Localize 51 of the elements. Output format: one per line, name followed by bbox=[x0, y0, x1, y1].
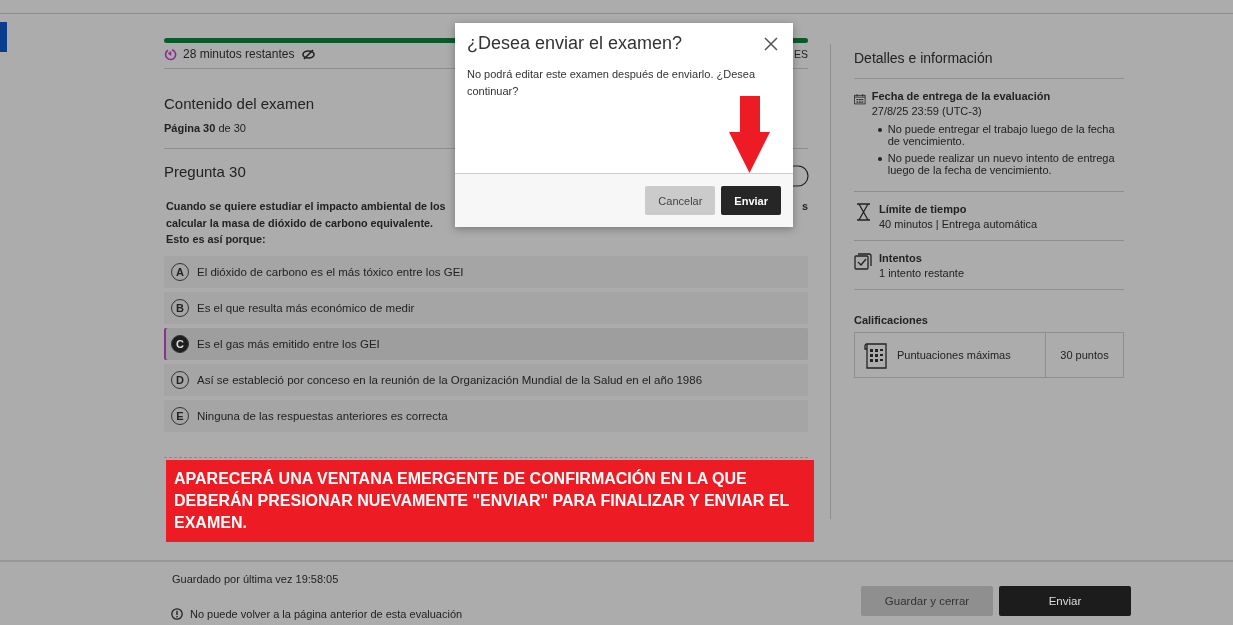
warning-icon bbox=[171, 608, 183, 620]
checkbox-stack-icon bbox=[854, 252, 873, 270]
detail-title: Intentos bbox=[879, 252, 923, 264]
option-text: El dióxido de carbono es el más tóxico entre los GEI bbox=[197, 265, 464, 278]
score-sheet-icon bbox=[863, 341, 889, 369]
detail-value: 27/8/25 23:59 (UTC-3) bbox=[871, 105, 983, 117]
warning-text: No puede volver a la página anterior de esta evaluación bbox=[190, 608, 463, 620]
question-text: Cuando se quiere estudiar el impacto ambiental de los bbox=[166, 199, 446, 214]
time-remaining: 28 minutos restantes bbox=[183, 47, 295, 61]
dialog-message: No podrá editar este examen después de enviarlo. ¿Desea continuar? bbox=[467, 68, 755, 97]
option-text: Así se estableció por conceso en la reunión de la Organización Mundial de la Salud en el año 1986 bbox=[197, 373, 703, 386]
saved-status: Guardado por última vez 19:58:05 bbox=[172, 573, 339, 585]
option-text: Es el gas más emitido entre los GEI bbox=[197, 337, 380, 350]
detail-note: No puede realizar un nuevo intento de entrega luego de la fecha de vencimiento. bbox=[887, 152, 1116, 176]
text-fragment: s bbox=[802, 199, 808, 214]
instruction-banner: APARECERÁ UNA VENTANA EMERGENTE DE CONFIRMACIÓN EN LA QUE DEBERÁN PRESIONAR NUEVAMENTE "ENVIAR" PARA FINALIZAR Y ENVIAR EL EXAMEN. bbox=[166, 459, 814, 542]
save-close-button[interactable]: Guardar y cerrar bbox=[861, 586, 993, 616]
section-heading: Contenido del examen bbox=[164, 95, 316, 112]
submit-button[interactable]: Enviar bbox=[721, 186, 781, 215]
timer-icon bbox=[164, 47, 177, 61]
answer-option[interactable]: B Es el que resulta más económico de medir bbox=[164, 291, 808, 324]
grade-value: 30 puntos bbox=[1060, 349, 1109, 361]
detail-value: 40 minutos | Entrega automática bbox=[879, 218, 1038, 230]
dialog-title: ¿Desea enviar el examen? bbox=[467, 33, 683, 54]
answer-option[interactable]: E Ninguna de las respuestas anteriores es correcta bbox=[164, 399, 808, 432]
hidden-eye-icon[interactable] bbox=[302, 48, 316, 60]
answer-option[interactable]: A El dióxido de carbono es el más tóxico entre los GEI bbox=[164, 255, 808, 288]
cancel-button[interactable]: Cancelar bbox=[645, 186, 716, 215]
submit-button[interactable]: Enviar bbox=[999, 586, 1131, 616]
question-title: Pregunta 30 bbox=[164, 163, 246, 180]
page-indicator: Página 30 de 30 bbox=[164, 122, 247, 134]
grade-label: Puntuaciones máximas bbox=[897, 349, 1011, 361]
detail-value: 1 intento restante bbox=[879, 267, 964, 279]
close-button[interactable] bbox=[763, 35, 779, 52]
bullet-icon bbox=[877, 157, 882, 161]
detail-note: No puede entregar el trabajo luego de la fecha de vencimiento. bbox=[887, 123, 1116, 147]
option-text: Es el que resulta más económico de medir bbox=[197, 301, 415, 314]
option-letter: C bbox=[171, 334, 189, 353]
answer-option[interactable]: D Así se estableció por conceso en la reunión de la Organización Mundial de la Salud en el año 1986 bbox=[164, 363, 808, 396]
detail-title: Fecha de entrega de la evaluación bbox=[871, 90, 1052, 102]
option-text: Ninguna de las respuestas anteriores es correcta bbox=[197, 409, 448, 422]
panel-title: Detalles e información bbox=[854, 50, 994, 66]
question-text: Esto es así porque: bbox=[166, 233, 266, 245]
text-fragment: ES bbox=[794, 48, 808, 60]
question-text: calcular la masa de dióxido de carbono equivalente. bbox=[166, 216, 433, 229]
answer-option[interactable]: C Es el gas más emitido entre los GEI bbox=[164, 327, 808, 360]
down-arrow-icon bbox=[729, 96, 770, 173]
detail-title: Límite de tiempo bbox=[879, 203, 968, 215]
hourglass-icon bbox=[854, 203, 873, 221]
grades-heading: Calificaciones bbox=[854, 314, 929, 326]
bullet-icon bbox=[877, 128, 882, 132]
